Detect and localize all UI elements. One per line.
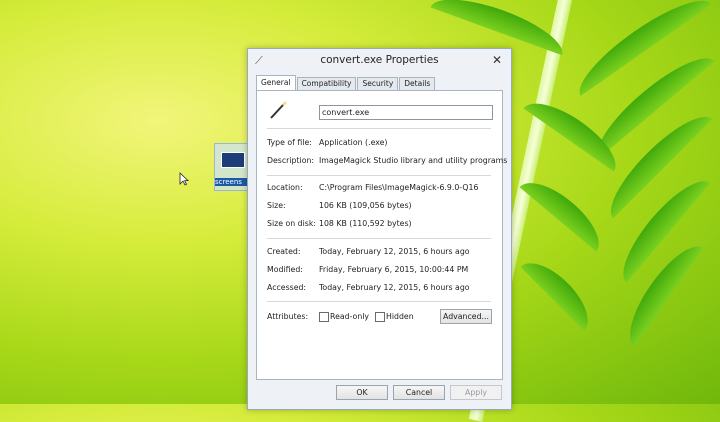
location-label: Location: [267, 183, 303, 192]
ok-button[interactable]: OK [336, 385, 388, 400]
modified-label: Modified: [267, 265, 303, 274]
read-only-checkbox[interactable] [319, 312, 329, 322]
general-tab-panel: convert.exe Type of file: Application (.… [256, 90, 507, 380]
tab-general[interactable]: General [256, 75, 296, 90]
location-value: C:\Program Files\ImageMagick-6.9.0-Q16 [319, 183, 479, 192]
divider [267, 238, 491, 239]
type-of-file-value: Application (.exe) [319, 138, 388, 147]
desktop-icon-label: screens [215, 178, 249, 186]
file-name-field[interactable]: convert.exe [319, 105, 493, 120]
dialog-title: convert.exe Properties [320, 54, 439, 66]
size-label: Size: [267, 201, 286, 210]
close-button[interactable]: ✕ [489, 53, 505, 67]
accessed-value: Today, February 12, 2015, 6 hours ago [319, 283, 470, 292]
tab-security[interactable]: Security [357, 77, 399, 90]
desktop-file-icon[interactable]: screens [214, 143, 250, 191]
magic-wand-icon [270, 101, 287, 119]
apply-button[interactable]: Apply [450, 385, 502, 400]
hidden-label[interactable]: Hidden [386, 312, 414, 321]
properties-dialog: ⟋ convert.exe Properties ✕ General Compa… [247, 48, 512, 410]
accessed-label: Accessed: [267, 283, 307, 292]
created-value: Today, February 12, 2015, 6 hours ago [319, 247, 470, 256]
size-value: 106 KB (109,056 bytes) [319, 201, 412, 210]
leaf-decoration [519, 170, 611, 252]
size-on-disk-value: 108 KB (110,592 bytes) [319, 219, 412, 228]
hidden-checkbox[interactable] [375, 312, 385, 322]
advanced-button[interactable]: Advanced... [440, 309, 492, 324]
modified-value: Friday, February 6, 2015, 10:00:44 PM [319, 265, 469, 274]
divider [267, 175, 491, 176]
tab-details[interactable]: Details [399, 77, 436, 90]
leaf-decoration [520, 251, 600, 331]
divider [267, 128, 491, 129]
description-label: Description: [267, 156, 315, 165]
mouse-cursor-icon [179, 172, 189, 186]
type-of-file-label: Type of file: [267, 138, 312, 147]
description-value: ImageMagick Studio library and utility p… [319, 156, 508, 165]
divider [267, 301, 491, 302]
leaf-decoration [430, 0, 570, 56]
created-label: Created: [267, 247, 301, 256]
attributes-label: Attributes: [267, 312, 309, 321]
cancel-button[interactable]: Cancel [393, 385, 445, 400]
read-only-label[interactable]: Read-only [330, 312, 369, 321]
title-bar[interactable]: ⟋ convert.exe Properties ✕ [248, 49, 511, 71]
screenshot-thumbnail-icon [221, 152, 245, 168]
tab-compatibility[interactable]: Compatibility [296, 77, 357, 90]
tab-strip: General Compatibility Security Details [256, 75, 436, 90]
size-on-disk-label: Size on disk: [267, 219, 316, 228]
